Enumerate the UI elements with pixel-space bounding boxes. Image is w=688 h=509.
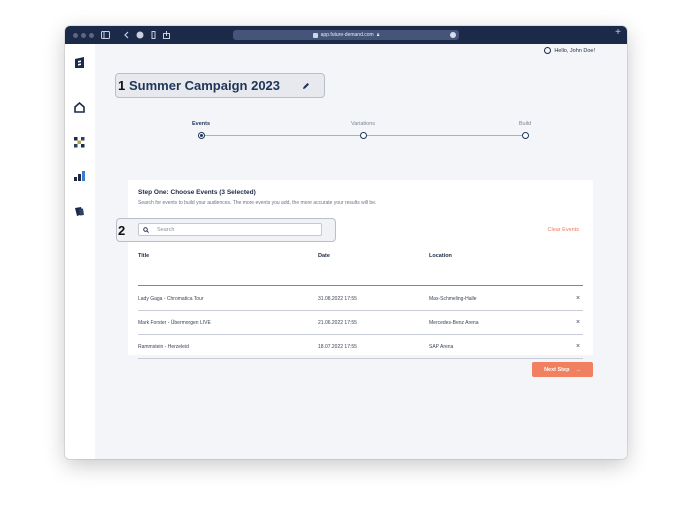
browser-titlebar: app.future-demand.com 🔒︎ + — [65, 26, 627, 44]
column-header-date[interactable]: Date — [318, 253, 330, 259]
step-events-label: Events — [191, 121, 211, 127]
share-icon[interactable] — [163, 31, 170, 39]
close-window-dot[interactable] — [73, 33, 78, 38]
step-build[interactable]: Build — [513, 121, 537, 139]
remove-event-icon[interactable]: × — [576, 295, 580, 302]
reload-icon[interactable] — [450, 32, 456, 38]
table-header-divider — [138, 285, 583, 286]
lock-icon: 🔒︎ — [376, 32, 380, 38]
event-title: Lady Gaga - Chromatica Tour — [138, 296, 204, 302]
sidebar-toggle-icon[interactable] — [101, 31, 110, 39]
user-menu[interactable]: Hello, John Doe! — [544, 47, 595, 54]
browser-window: app.future-demand.com 🔒︎ + Hello, John D… — [65, 26, 627, 459]
row-divider — [138, 310, 583, 311]
event-location: SAP Arena — [429, 344, 454, 350]
back-icon[interactable] — [124, 31, 129, 39]
site-badge-icon — [312, 32, 318, 38]
search-icon — [143, 227, 149, 233]
row-divider — [138, 334, 583, 335]
minimize-window-dot[interactable] — [81, 33, 86, 38]
clear-events-link[interactable]: Clear Events — [548, 227, 580, 233]
campaign-title: Summer Campaign 2023 — [129, 78, 281, 93]
annotation-number-1: 1 — [118, 78, 126, 93]
address-bar[interactable]: app.future-demand.com 🔒︎ — [233, 30, 459, 40]
event-date: 31.08.2022 17:55 — [318, 296, 357, 302]
app-logo-icon[interactable] — [75, 57, 84, 68]
analytics-chart-icon[interactable] — [74, 170, 85, 181]
card-subheading: Search for events to build your audience… — [138, 200, 377, 206]
new-tab-icon[interactable]: + — [615, 28, 621, 38]
step-build-label: Build — [518, 121, 532, 127]
step-events-dot — [197, 132, 205, 139]
search-input[interactable] — [157, 224, 317, 235]
event-search-box[interactable] — [138, 223, 322, 236]
app-sidebar — [65, 44, 95, 459]
event-location: Max-Schmeling-Halle — [429, 296, 477, 302]
arrow-right-icon: → — [575, 366, 581, 373]
step-variations-dot — [359, 132, 367, 139]
column-header-location: Location — [429, 253, 452, 259]
step-variations[interactable]: Variations — [346, 121, 380, 139]
campaign-title-field[interactable]: 1 Summer Campaign 2023 — [115, 73, 325, 98]
user-greeting: Hello, John Doe! — [554, 47, 595, 54]
main-content: Hello, John Doe! 1 Summer Campaign 2023 … — [95, 44, 627, 459]
step-events[interactable]: Events — [189, 121, 213, 139]
step-variations-label: Variations — [350, 121, 376, 127]
edit-pencil-icon[interactable] — [302, 82, 310, 90]
extension-icon[interactable] — [151, 31, 156, 39]
annotation-number-2: 2 — [118, 223, 126, 238]
card-heading: Step One: Choose Events (3 Selected) — [138, 189, 256, 196]
step-build-dot — [521, 132, 529, 139]
event-title: Mark Forster - Übermorgen LIVE — [138, 320, 211, 326]
user-avatar-icon — [544, 47, 552, 54]
remove-event-icon[interactable]: × — [576, 319, 580, 326]
home-icon[interactable] — [74, 102, 85, 113]
remove-event-icon[interactable]: × — [576, 343, 580, 350]
address-bar-url: app.future-demand.com — [320, 32, 374, 38]
campaigns-stack-icon[interactable] — [74, 206, 85, 217]
progress-stepper: Events Variations Build — [192, 121, 531, 161]
row-divider — [138, 358, 583, 359]
event-title: Rammstein - Herzeleid — [138, 344, 189, 350]
next-step-label: Next Step — [544, 366, 570, 373]
column-header-title[interactable]: Title — [138, 253, 149, 259]
event-date: 21.06.2022 17:55 — [318, 320, 357, 326]
audience-grid-icon[interactable] — [74, 137, 85, 148]
event-date: 18.07.2022 17:55 — [318, 344, 357, 350]
choose-events-card: Step One: Choose Events (3 Selected) Sea… — [116, 180, 593, 359]
event-location: Mercedes-Benz Arena — [429, 320, 479, 326]
next-step-button[interactable]: Next Step → — [532, 362, 593, 377]
privacy-icon[interactable] — [136, 31, 144, 39]
zoom-window-dot[interactable] — [89, 33, 94, 38]
